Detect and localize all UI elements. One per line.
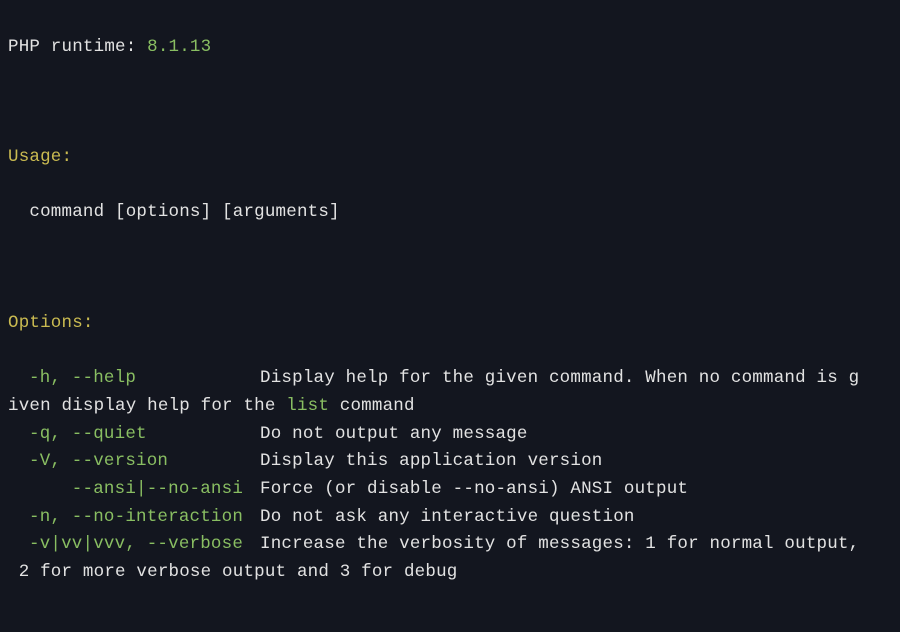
- terminal-output: PHP runtime: 8.1.13 Usage: command [opti…: [0, 0, 900, 632]
- option-flag: --ansi|--no-ansi: [29, 476, 260, 504]
- option-flag: -h, --help: [29, 365, 260, 393]
- list-command-ref: list: [286, 396, 329, 416]
- runtime-label: PHP runtime:: [8, 37, 147, 57]
- option-description: Force (or disable --no-ansi) ANSI output: [260, 479, 688, 499]
- option-wrap-line: iven display help for the list command: [8, 393, 892, 421]
- blank-line: [8, 614, 892, 632]
- usage-line: command [options] [arguments]: [8, 199, 892, 227]
- usage-heading: Usage:: [8, 144, 892, 172]
- options-block: -h, --helpDisplay help for the given com…: [8, 365, 892, 586]
- option-flag: -n, --no-interaction: [29, 504, 260, 532]
- option-flag: -V, --version: [29, 448, 260, 476]
- option-flag: -v|vv|vvv, --verbose: [29, 531, 260, 559]
- option-row: -V, --versionDisplay this application ve…: [8, 448, 892, 476]
- option-description: Increase the verbosity of messages: 1 fo…: [260, 534, 859, 554]
- blank-line: [8, 255, 892, 283]
- option-description: Display this application version: [260, 451, 602, 471]
- option-description: Do not output any message: [260, 424, 528, 444]
- runtime-version: 8.1.13: [147, 37, 211, 57]
- option-description: Display help for the given command. When…: [260, 368, 859, 388]
- options-heading: Options:: [8, 310, 892, 338]
- option-flag: -q, --quiet: [29, 421, 260, 449]
- blank-line: [8, 89, 892, 117]
- option-row: -v|vv|vvv, --verboseIncrease the verbosi…: [8, 531, 892, 559]
- option-wrap-line: 2 for more verbose output and 3 for debu…: [8, 559, 892, 587]
- option-row: -q, --quietDo not output any message: [8, 421, 892, 449]
- option-row: -h, --helpDisplay help for the given com…: [8, 365, 892, 393]
- option-description: Do not ask any interactive question: [260, 507, 635, 527]
- runtime-line: PHP runtime: 8.1.13: [8, 34, 892, 62]
- option-row: --ansi|--no-ansiForce (or disable --no-a…: [8, 476, 892, 504]
- option-row: -n, --no-interactionDo not ask any inter…: [8, 504, 892, 532]
